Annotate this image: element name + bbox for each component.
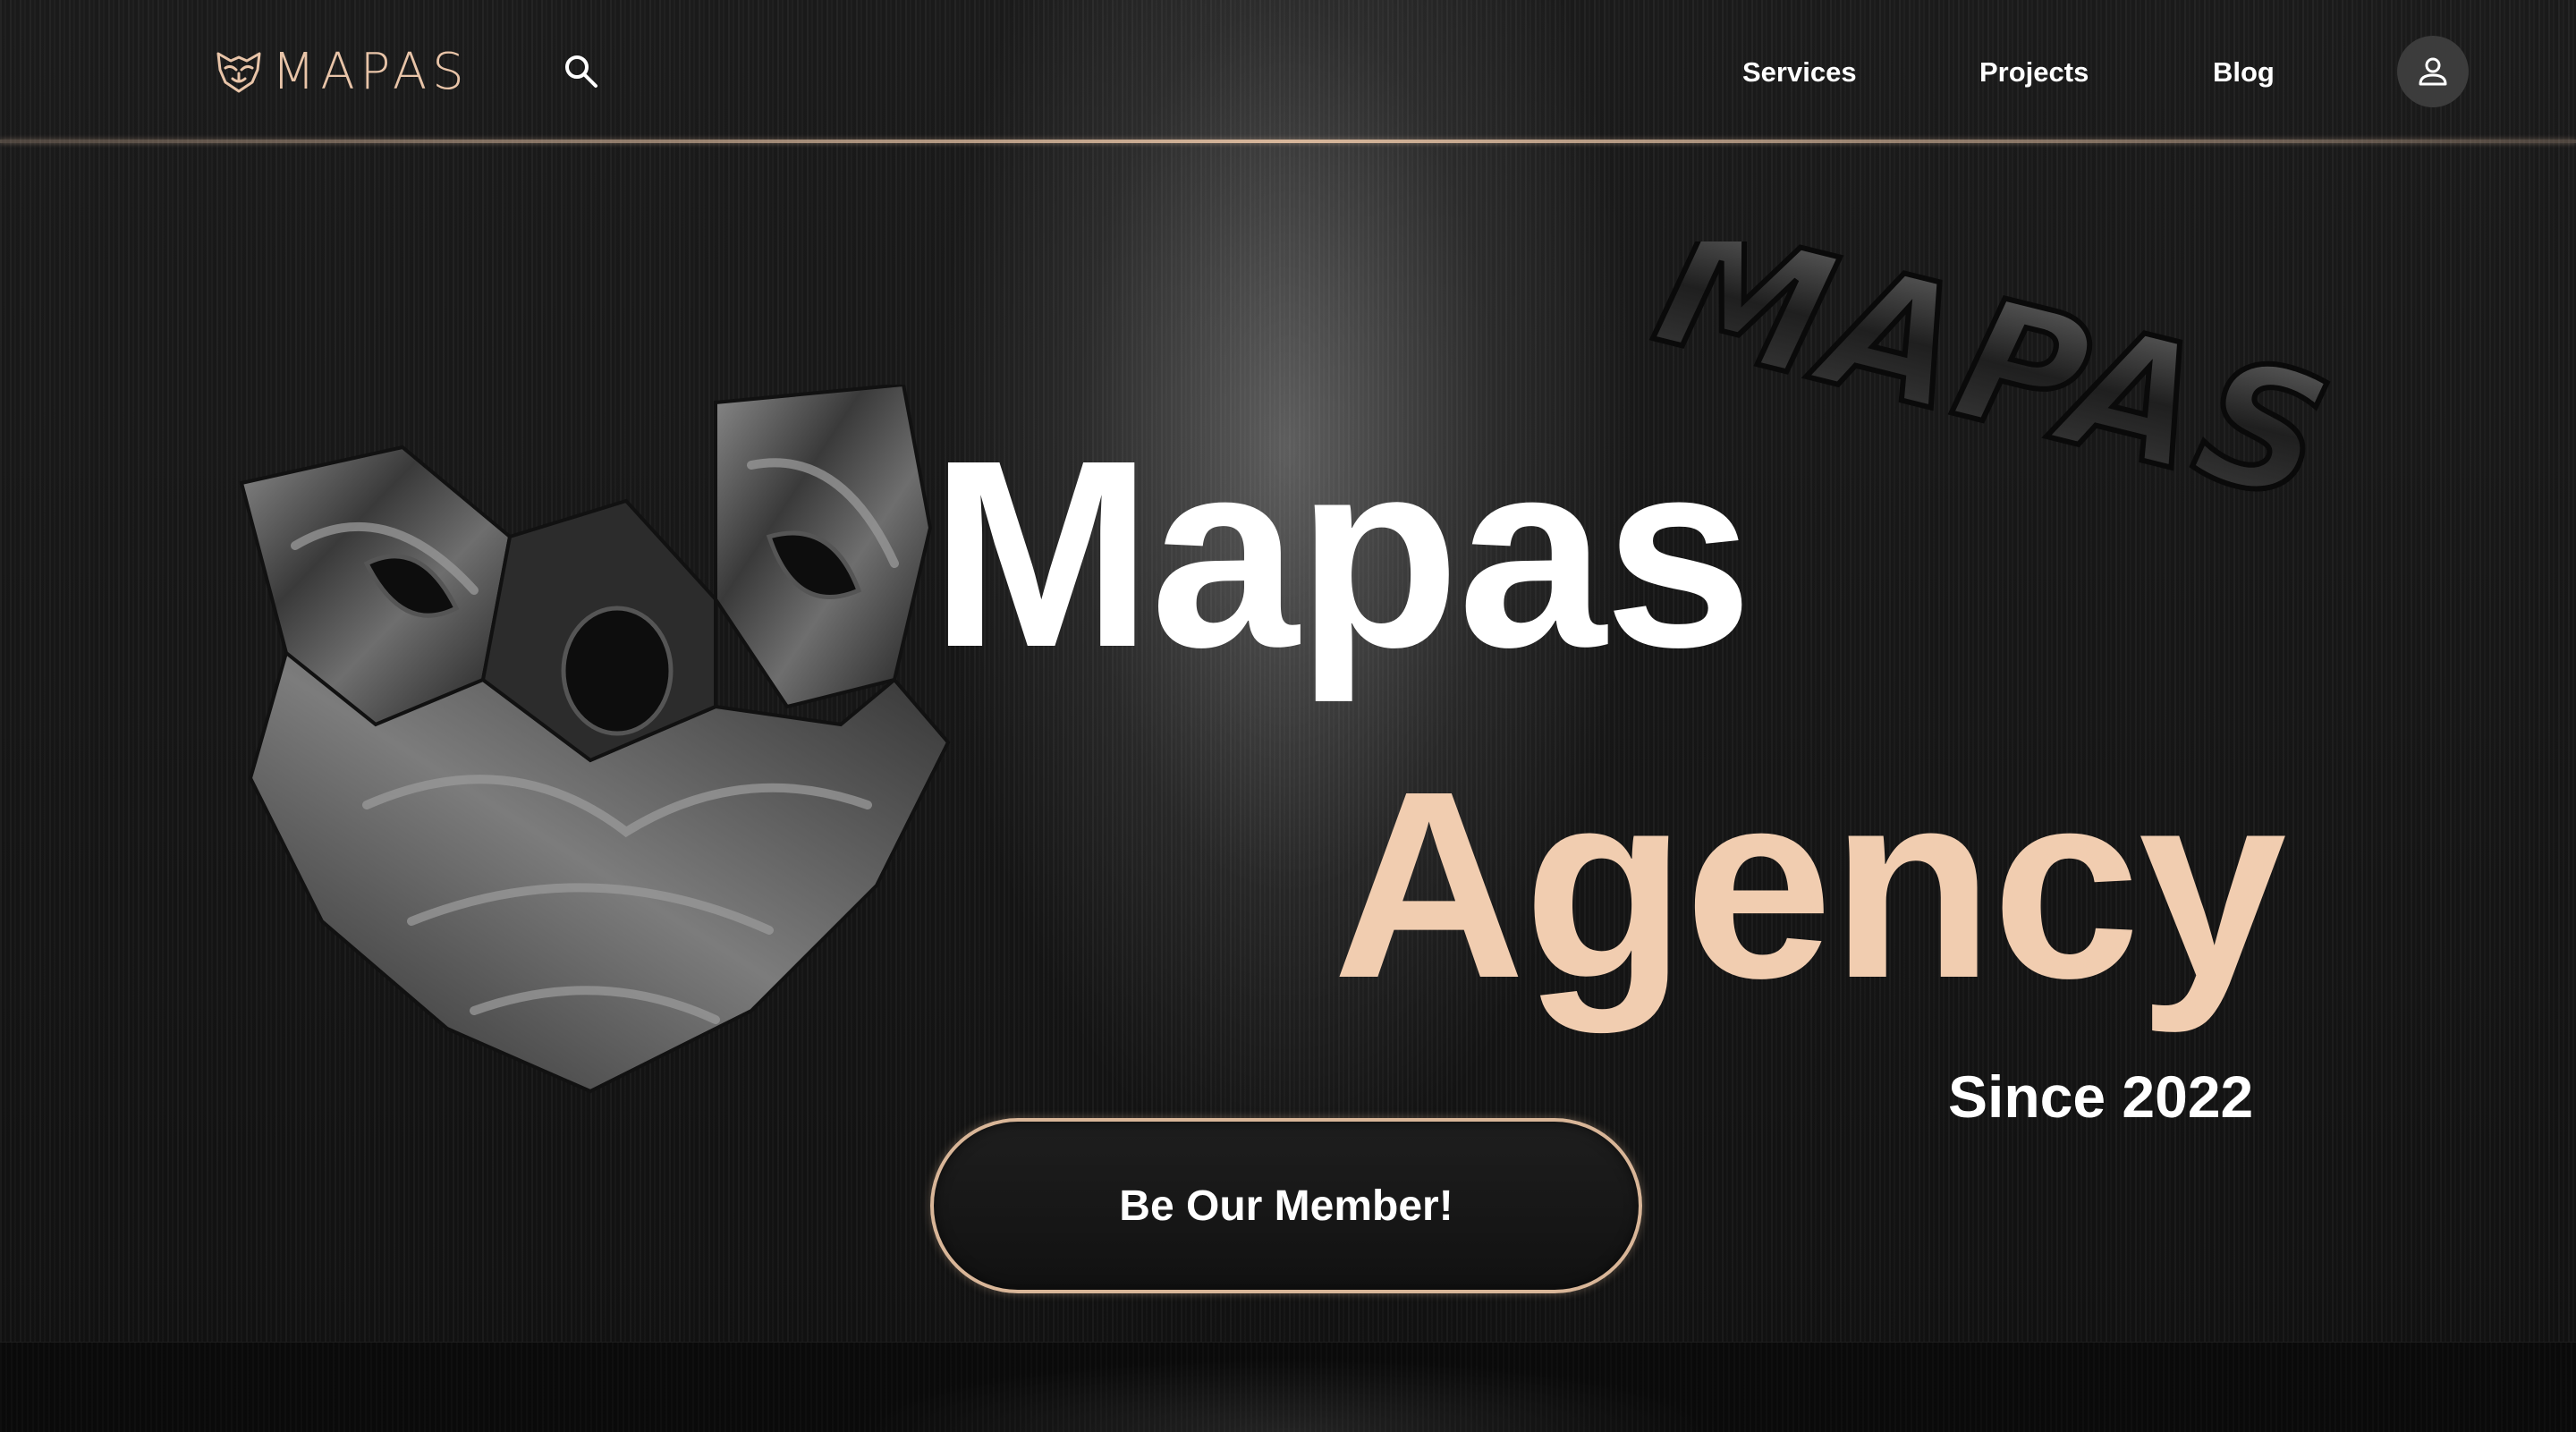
hero-title-line-2: Agency [1333,736,2286,1034]
nav-link-blog[interactable]: Blog [2213,52,2275,93]
user-icon [2419,57,2447,86]
account-button[interactable] [2397,36,2469,107]
search-icon [565,55,597,88]
footer-strip [0,1342,2576,1432]
brand-logo[interactable]: MAPAS [213,42,470,101]
mask-sculpture-image [239,385,951,1094]
nav-link-projects[interactable]: Projects [1979,52,2089,93]
since-label: Since 2022 [1948,1063,2254,1130]
brand-name: MAPAS [272,42,470,101]
header-divider [0,140,2576,143]
become-member-button[interactable]: Be Our Member! [930,1118,1642,1293]
nav-link-services[interactable]: Services [1742,52,1857,93]
tiger-mask-icon [216,52,261,93]
hero-title-line-1: Mapas [930,405,1752,703]
search-button[interactable] [562,52,601,91]
site-header: MAPAS Services Projects Blog [0,0,2576,143]
